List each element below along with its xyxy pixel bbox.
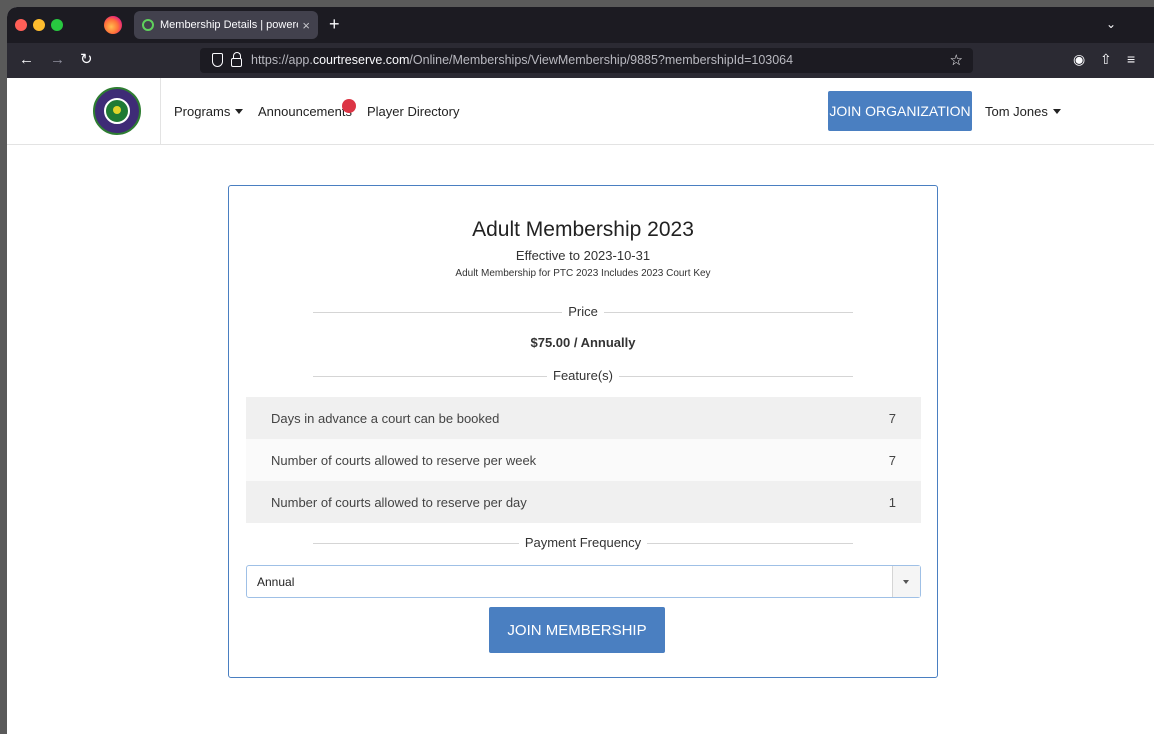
payment-frequency-value: Annual: [257, 575, 295, 589]
payment-frequency-select[interactable]: Annual: [246, 565, 921, 598]
url-host: courtreserve.com: [312, 53, 410, 67]
feature-label: Number of courts allowed to reserve per …: [271, 494, 527, 510]
user-menu[interactable]: Tom Jones: [985, 104, 1061, 119]
feature-label: Days in advance a court can be booked: [271, 410, 500, 426]
tab-strip: Membership Details | powered b × + ⌄: [7, 7, 1154, 43]
price-separator: Price: [313, 303, 853, 321]
back-icon[interactable]: ←: [19, 50, 34, 70]
new-tab-button[interactable]: +: [329, 15, 340, 33]
tennis-ball-icon: [113, 106, 121, 114]
lock-icon[interactable]: [231, 52, 242, 67]
logo-emblem: [104, 98, 130, 124]
user-name: Tom Jones: [985, 104, 1048, 119]
list-tabs-icon[interactable]: ⌄: [1106, 17, 1116, 31]
nav-player-directory[interactable]: Player Directory: [367, 104, 459, 119]
feature-value: 1: [888, 494, 896, 510]
web-page: Programs Announcements Player Directory …: [7, 78, 1154, 734]
reload-icon[interactable]: ↻: [80, 50, 93, 70]
join-organization-button[interactable]: JOIN ORGANIZATION: [828, 91, 972, 131]
feature-row: Number of courts allowed to reserve per …: [246, 439, 921, 481]
minimize-window-button[interactable]: [33, 19, 45, 31]
browser-tab[interactable]: Membership Details | powered b ×: [134, 11, 318, 39]
payment-frequency-separator: Payment Frequency: [313, 534, 853, 552]
address-bar[interactable]: https://app.courtreserve.com/Online/Memb…: [200, 48, 973, 73]
close-window-button[interactable]: [15, 19, 27, 31]
price-heading: Price: [562, 303, 604, 321]
nav-programs-label: Programs: [174, 104, 231, 119]
bookmark-star-icon[interactable]: ☆: [950, 51, 963, 69]
firefox-icon[interactable]: [104, 16, 122, 34]
tab-title: Membership Details | powered b: [160, 19, 298, 31]
browser-window: Membership Details | powered b × + ⌄ ← →…: [7, 7, 1154, 734]
feature-value: 7: [888, 452, 896, 468]
features-list: Days in advance a court can be booked 7 …: [246, 397, 921, 523]
notification-badge: [342, 99, 356, 113]
features-heading: Feature(s): [547, 367, 619, 385]
url-prefix: https://app.: [251, 53, 313, 67]
feature-label: Number of courts allowed to reserve per …: [271, 452, 537, 468]
url-path: /Online/Memberships/ViewMembership/9885?…: [409, 53, 794, 67]
nav-announcements[interactable]: Announcements: [258, 104, 352, 119]
feature-row: Number of courts allowed to reserve per …: [246, 481, 921, 523]
features-separator: Feature(s): [313, 367, 853, 385]
menu-icon[interactable]: ≡: [1127, 51, 1135, 67]
header-divider: [160, 78, 161, 145]
forward-icon[interactable]: →: [50, 50, 65, 70]
nav-programs[interactable]: Programs: [174, 104, 244, 119]
maximize-window-button[interactable]: [51, 19, 63, 31]
tracking-protection-icon[interactable]: [212, 53, 223, 67]
join-membership-button[interactable]: JOIN MEMBERSHIP: [489, 607, 665, 653]
tab-favicon-icon: [142, 19, 154, 31]
membership-price: $75.00 / Annually: [530, 335, 636, 350]
site-header: Programs Announcements Player Directory …: [7, 78, 1154, 145]
feature-row: Days in advance a court can be booked 7: [246, 397, 921, 439]
membership-description: Adult Membership for PTC 2023 Includes 2…: [455, 268, 711, 279]
chevron-down-icon[interactable]: [892, 566, 920, 597]
membership-title: Adult Membership 2023: [472, 218, 694, 241]
feature-value: 7: [888, 410, 896, 426]
share-icon[interactable]: ⇧: [1100, 51, 1112, 68]
club-logo[interactable]: [93, 87, 141, 135]
membership-effective-date: Effective to 2023-10-31: [515, 248, 651, 263]
pocket-icon[interactable]: ◉: [1073, 51, 1085, 68]
caret-down-icon: [235, 109, 244, 114]
browser-toolbar: ← → ↻ https://app.courtreserve.com/Onlin…: [7, 43, 1154, 78]
payment-frequency-heading: Payment Frequency: [518, 534, 648, 552]
membership-card: Adult Membership 2023 Effective to 2023-…: [228, 185, 938, 678]
caret-down-icon: [1052, 109, 1061, 114]
close-tab-icon[interactable]: ×: [302, 18, 310, 33]
url-text[interactable]: https://app.courtreserve.com/Online/Memb…: [251, 53, 793, 67]
